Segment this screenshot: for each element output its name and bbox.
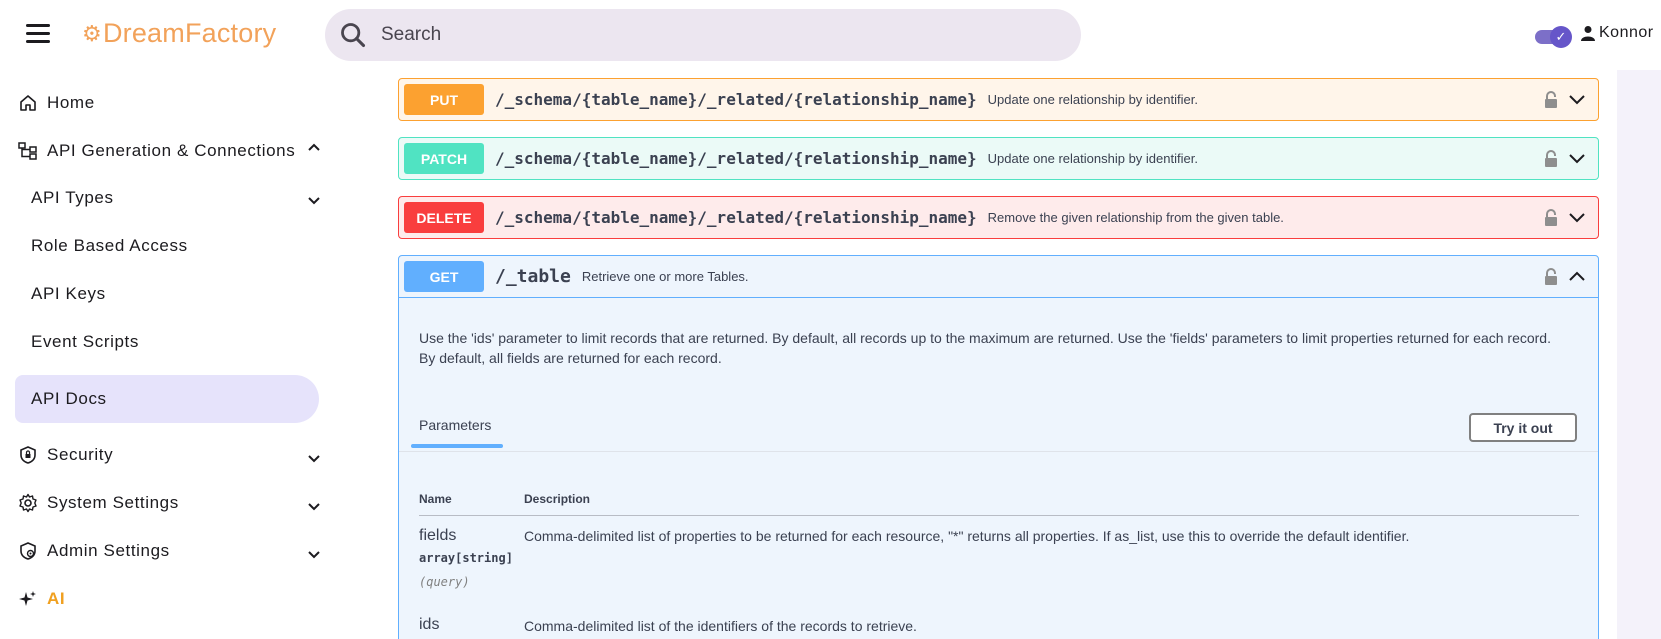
sidebar-item-ai[interactable]: AI	[17, 588, 65, 610]
operation-details: Use the 'ids' parameter to limit records…	[398, 298, 1599, 639]
lock-icon[interactable]	[1544, 150, 1558, 168]
chevron-down-icon[interactable]	[1568, 151, 1586, 165]
param-description: Comma-delimited list of the identifiers …	[524, 618, 917, 634]
chevron-down-icon[interactable]	[1568, 210, 1586, 224]
sidebar-item-label: Home	[47, 93, 95, 112]
hierarchy-icon	[17, 140, 39, 162]
param-description: Comma-delimited list of properties to be…	[524, 528, 1410, 544]
operation-summary: Retrieve one or more Tables.	[581, 269, 749, 284]
menu-icon[interactable]	[26, 24, 50, 44]
sidebar-item-label: API Generation & Connections	[47, 141, 296, 160]
sidebar-item-label: Admin Settings	[47, 541, 170, 560]
sidebar-item-event-scripts[interactable]: Event Scripts	[31, 332, 139, 352]
column-header-name: Name	[419, 492, 452, 506]
operation-put[interactable]: PUT /_schema/{table_name}/_related/{rela…	[398, 78, 1599, 121]
operation-patch[interactable]: PATCH /_schema/{table_name}/_related/{re…	[398, 137, 1599, 180]
chevron-down-icon[interactable]	[1568, 92, 1586, 106]
search-input[interactable]	[381, 24, 981, 46]
sidebar-item-label: API Types	[31, 188, 114, 207]
sidebar-item-label: Role Based Access	[31, 236, 188, 255]
sidebar-item-role-based-access[interactable]: Role Based Access	[31, 236, 188, 256]
operation-description: Use the 'ids' parameter to limit records…	[419, 330, 1551, 366]
top-bar: ⚙ DreamFactory ✓ Konnor	[0, 0, 1661, 70]
swagger-panel: PUT /_schema/{table_name}/_related/{rela…	[357, 70, 1617, 639]
divider	[419, 515, 1579, 516]
gear-icon	[17, 492, 39, 514]
shield-icon	[17, 444, 39, 466]
chevron-down-icon[interactable]	[306, 192, 322, 208]
home-icon	[17, 92, 39, 114]
column-header-description: Description	[524, 492, 591, 506]
operation-summary: Update one relationship by identifier.	[987, 151, 1198, 166]
operation-path: /_table	[495, 266, 571, 287]
param-name: ids	[419, 616, 440, 633]
method-badge[interactable]: GET	[404, 261, 484, 292]
sidebar-item-api-docs[interactable]: API Docs	[31, 389, 107, 409]
user-icon	[1581, 26, 1595, 41]
sidebar-item-label: Event Scripts	[31, 332, 139, 351]
method-badge[interactable]: DELETE	[404, 202, 484, 233]
operation-path: /_schema/{table_name}/_related/{relation…	[495, 149, 977, 168]
chevron-down-icon[interactable]	[306, 498, 322, 514]
chevron-up-icon[interactable]	[306, 140, 322, 156]
operation-get[interactable]: GET /_table Retrieve one or more Tables.	[398, 255, 1599, 298]
method-badge[interactable]: PUT	[404, 84, 484, 115]
sidebar: Home API Generation & Connections API Ty…	[0, 70, 357, 639]
operation-path: /_schema/{table_name}/_related/{relation…	[495, 90, 977, 109]
logo-text: DreamFactory	[102, 18, 277, 48]
check-icon: ✓	[1550, 26, 1572, 48]
search-bar[interactable]	[325, 9, 1081, 61]
method-badge[interactable]: PATCH	[404, 143, 484, 174]
operation-path: /_schema/{table_name}/_related/{relation…	[495, 208, 977, 227]
admin-icon	[17, 540, 39, 562]
theme-toggle[interactable]: ✓	[1535, 26, 1573, 48]
lock-icon[interactable]	[1544, 91, 1558, 109]
operation-summary: Update one relationship by identifier.	[987, 92, 1198, 107]
param-type: array[string]	[419, 551, 513, 565]
sidebar-item-admin-settings[interactable]: Admin Settings	[17, 540, 170, 562]
chevron-down-icon[interactable]	[306, 450, 322, 466]
scroll-gutter	[1617, 70, 1661, 639]
lock-icon[interactable]	[1544, 209, 1558, 227]
tab-parameters[interactable]: Parameters	[419, 417, 491, 433]
chevron-up-icon[interactable]	[1568, 269, 1586, 283]
sidebar-item-label: API Docs	[31, 389, 107, 408]
sidebar-item-label: AI	[47, 589, 66, 608]
param-name: fields	[419, 527, 457, 544]
sidebar-item-label: System Settings	[47, 493, 179, 512]
main-content: PUT /_schema/{table_name}/_related/{rela…	[357, 70, 1661, 639]
sidebar-item-label: Security	[47, 445, 114, 464]
sidebar-item-system-settings[interactable]: System Settings	[17, 492, 179, 514]
divider	[399, 451, 1598, 452]
sparkle-icon	[17, 588, 39, 610]
try-it-out-button[interactable]: Try it out	[1469, 413, 1577, 442]
sidebar-item-security[interactable]: Security	[17, 444, 113, 466]
param-location: (query)	[419, 575, 470, 589]
user-menu[interactable]: Konnor	[1581, 24, 1654, 42]
sidebar-item-api-types[interactable]: API Types	[31, 188, 114, 208]
logo[interactable]: ⚙ DreamFactory	[82, 18, 276, 49]
cog-icon: ⚙	[82, 20, 102, 46]
operation-summary: Remove the given relationship from the g…	[987, 210, 1284, 225]
sidebar-item-api-generation[interactable]: API Generation & Connections	[17, 140, 295, 162]
user-name: Konnor	[1599, 24, 1654, 41]
search-icon	[341, 23, 366, 48]
operation-delete[interactable]: DELETE /_schema/{table_name}/_related/{r…	[398, 196, 1599, 239]
sidebar-item-label: API Keys	[31, 284, 106, 303]
sidebar-item-api-keys[interactable]: API Keys	[31, 284, 106, 304]
sidebar-item-home[interactable]: Home	[17, 92, 95, 114]
tab-underline	[411, 444, 503, 448]
lock-icon[interactable]	[1544, 268, 1558, 286]
chevron-down-icon[interactable]	[306, 546, 322, 562]
